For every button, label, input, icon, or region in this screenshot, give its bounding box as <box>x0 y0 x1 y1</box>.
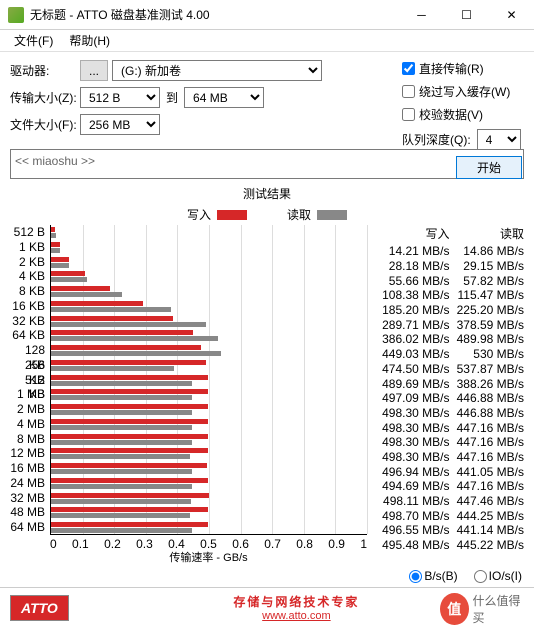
close-button[interactable]: ✕ <box>489 0 534 30</box>
table-row: 14.21 MB/s14.86 MB/s <box>375 244 524 259</box>
table-row: 28.18 MB/s29.15 MB/s <box>375 259 524 274</box>
watermark: 值 什么值得买 <box>438 588 528 630</box>
legend: 写入 读取 <box>10 204 524 225</box>
col-write: 写入 <box>375 225 450 242</box>
unit-selector: B/s(B) IO/s(I) <box>0 565 534 587</box>
queue-depth-select[interactable]: 4 <box>477 129 521 150</box>
watermark-icon: 值 <box>440 593 469 625</box>
x-axis-label: 传输速率 - GB/s <box>50 549 367 565</box>
start-button[interactable]: 开始 <box>456 156 522 179</box>
unit-iops-radio[interactable]: IO/s(I) <box>474 569 522 583</box>
table-row: 498.11 MB/s447.46 MB/s <box>375 494 524 509</box>
legend-read: 读取 <box>287 206 347 223</box>
table-row: 498.30 MB/s447.16 MB/s <box>375 435 524 450</box>
transfer-to-select[interactable]: 64 MB <box>184 87 264 108</box>
table-row: 495.48 MB/s445.22 MB/s <box>375 538 524 553</box>
table-row: 289.71 MB/s378.59 MB/s <box>375 317 524 332</box>
direct-io-checkbox[interactable]: 直接传输(R) <box>402 60 522 77</box>
watermark-text: 什么值得买 <box>473 592 526 626</box>
table-row: 498.70 MB/s444.25 MB/s <box>375 508 524 523</box>
options-panel: 直接传输(R) 绕过写入缓存(W) 校验数据(V) 队列深度(Q): 4 开始 <box>402 60 522 179</box>
menu-file[interactable]: 文件(F) <box>6 30 61 51</box>
table-row: 108.38 MB/s115.47 MB/s <box>375 288 524 303</box>
legend-write: 写入 <box>187 206 247 223</box>
minimize-button[interactable]: ─ <box>399 0 444 30</box>
menubar: 文件(F) 帮助(H) <box>0 30 534 52</box>
file-size-label: 文件大小(F): <box>10 116 80 133</box>
app-icon <box>8 7 24 23</box>
transfer-size-label: 传输大小(Z): <box>10 89 80 106</box>
table-row: 494.69 MB/s447.16 MB/s <box>375 479 524 494</box>
results-panel: 测试结果 写入 读取 512 B1 KB2 KB4 KB8 KB16 KB32 … <box>0 183 534 565</box>
table-row: 496.94 MB/s441.05 MB/s <box>375 464 524 479</box>
table-row: 474.50 MB/s537.87 MB/s <box>375 362 524 377</box>
results-table: 写入读取 14.21 MB/s14.86 MB/s28.18 MB/s29.15… <box>369 225 524 565</box>
table-row: 55.66 MB/s57.82 MB/s <box>375 273 524 288</box>
table-row: 498.30 MB/s447.16 MB/s <box>375 420 524 435</box>
atto-logo: ATTO <box>10 595 69 621</box>
window-title: 无标题 - ATTO 磁盘基准测试 4.00 <box>30 6 399 23</box>
table-row: 497.09 MB/s446.88 MB/s <box>375 391 524 406</box>
browse-button[interactable]: ... <box>80 60 108 81</box>
bypass-cache-checkbox[interactable]: 绕过写入缓存(W) <box>402 83 522 100</box>
drive-select[interactable]: (G:) 新加卷 <box>112 60 322 81</box>
table-row: 498.30 MB/s447.16 MB/s <box>375 450 524 465</box>
maximize-button[interactable]: ☐ <box>444 0 489 30</box>
to-label: 到 <box>160 89 184 106</box>
bar-chart: 512 B1 KB2 KB4 KB8 KB16 KB32 KB64 KB128 … <box>10 225 369 565</box>
table-row: 449.03 MB/s530 MB/s <box>375 347 524 362</box>
table-row: 489.69 MB/s388.26 MB/s <box>375 376 524 391</box>
menu-help[interactable]: 帮助(H) <box>61 30 118 51</box>
queue-depth-label: 队列深度(Q): <box>402 131 471 148</box>
col-read: 读取 <box>450 225 525 242</box>
results-title: 测试结果 <box>10 183 524 204</box>
file-size-select[interactable]: 256 MB <box>80 114 160 135</box>
drive-label: 驱动器: <box>10 62 80 79</box>
table-row: 386.02 MB/s489.98 MB/s <box>375 332 524 347</box>
transfer-from-select[interactable]: 512 B <box>80 87 160 108</box>
unit-bps-radio[interactable]: B/s(B) <box>409 569 457 583</box>
verify-data-checkbox[interactable]: 校验数据(V) <box>402 106 522 123</box>
table-row: 498.30 MB/s446.88 MB/s <box>375 406 524 421</box>
table-row: 496.55 MB/s441.14 MB/s <box>375 523 524 538</box>
titlebar: 无标题 - ATTO 磁盘基准测试 4.00 ─ ☐ ✕ <box>0 0 534 30</box>
table-row: 185.20 MB/s225.20 MB/s <box>375 303 524 318</box>
